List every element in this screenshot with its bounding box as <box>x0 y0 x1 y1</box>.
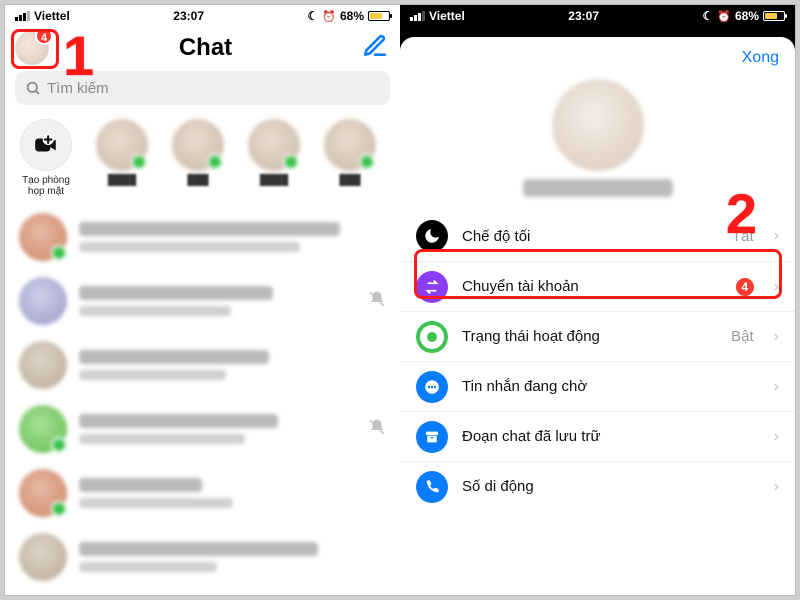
profile-picture[interactable] <box>552 79 644 171</box>
alarm-icon <box>322 9 336 23</box>
story-item[interactable]: ███ <box>321 119 379 186</box>
chat-screen: Viettel 23:07 68% 4 Chat Tìm kiếm <box>5 5 400 595</box>
search-placeholder: Tìm kiếm <box>47 80 109 97</box>
row-value: Tắt <box>732 228 754 245</box>
battery-icon <box>368 11 390 21</box>
search-icon <box>25 80 41 96</box>
story-item[interactable]: ███ <box>169 119 227 186</box>
chevron-right-icon: › <box>774 378 779 396</box>
battery-icon <box>763 11 785 21</box>
chevron-right-icon: › <box>774 428 779 446</box>
status-bar: Viettel 23:07 68% <box>400 5 795 27</box>
settings-list: Chế độ tối Tắt › Chuyển tài khoản 4 › <box>400 211 795 511</box>
phone-icon <box>416 471 448 503</box>
row-label: Tin nhắn đang chờ <box>462 378 754 395</box>
create-room-button[interactable]: Tạo phòng họp mặt <box>17 119 75 197</box>
dnd-icon <box>703 9 714 23</box>
status-bar: Viettel 23:07 68% <box>5 5 400 27</box>
page-title: Chat <box>179 34 232 62</box>
archive-icon <box>416 421 448 453</box>
row-mobile-number[interactable]: Số di động › <box>400 461 795 511</box>
compose-icon <box>362 33 388 59</box>
create-room-label: Tạo phòng họp mặt <box>17 175 75 197</box>
row-label: Chuyển tài khoản <box>462 278 722 295</box>
row-switch-account[interactable]: Chuyển tài khoản 4 › <box>400 261 795 311</box>
profile-header <box>400 75 795 211</box>
active-status-icon <box>416 321 448 353</box>
switch-account-icon <box>416 271 448 303</box>
chat-row[interactable] <box>5 269 400 333</box>
chevron-right-icon: › <box>774 278 779 296</box>
search-input[interactable]: Tìm kiếm <box>15 71 390 105</box>
signal-icon <box>410 11 425 21</box>
battery-pct: 68% <box>735 9 759 23</box>
chat-row[interactable] <box>5 461 400 525</box>
row-label: Số di động <box>462 478 754 495</box>
alarm-icon <box>717 9 731 23</box>
muted-icon <box>368 290 386 313</box>
profile-name <box>523 179 673 197</box>
row-pending-messages[interactable]: Tin nhắn đang chờ › <box>400 361 795 411</box>
muted-icon <box>368 418 386 441</box>
status-time: 23:07 <box>568 9 599 23</box>
carrier-label: Viettel <box>429 9 465 23</box>
message-icon <box>416 371 448 403</box>
dnd-icon <box>308 9 319 23</box>
signal-icon <box>15 11 30 21</box>
chat-row[interactable] <box>5 397 400 461</box>
settings-screen: Viettel 23:07 68% Xong <box>400 5 795 595</box>
chat-list <box>5 205 400 589</box>
chevron-right-icon: › <box>774 478 779 496</box>
story-item[interactable]: ████ <box>245 119 303 186</box>
carrier-label: Viettel <box>34 9 70 23</box>
row-active-status[interactable]: Trạng thái hoạt động Bật › <box>400 311 795 361</box>
chat-row[interactable] <box>5 205 400 269</box>
done-button[interactable]: Xong <box>742 49 779 67</box>
row-label: Chế độ tối <box>462 228 718 245</box>
battery-pct: 68% <box>340 9 364 23</box>
row-badge: 4 <box>736 278 754 296</box>
row-dark-mode[interactable]: Chế độ tối Tắt › <box>400 211 795 261</box>
chat-row[interactable] <box>5 333 400 397</box>
status-time: 23:07 <box>173 9 204 23</box>
row-archived-chats[interactable]: Đoạn chat đã lưu trữ › <box>400 411 795 461</box>
row-label: Đoạn chat đã lưu trữ <box>462 428 754 445</box>
row-label: Trạng thái hoạt động <box>462 328 717 345</box>
avatar-badge: 4 <box>35 27 53 45</box>
stories-row: Tạo phòng họp mặt ████ ███ ████ ███ <box>5 115 400 205</box>
video-plus-icon <box>33 132 59 158</box>
story-item[interactable]: ████ <box>93 119 151 186</box>
compose-button[interactable] <box>362 33 388 64</box>
row-value: Bật <box>731 328 754 345</box>
settings-sheet: Xong Chế độ tối Tắt › <box>400 37 795 595</box>
moon-icon <box>416 220 448 252</box>
chat-row[interactable] <box>5 525 400 589</box>
chevron-right-icon: › <box>774 328 779 346</box>
chevron-right-icon: › <box>774 227 779 245</box>
profile-avatar-button[interactable]: 4 <box>15 31 49 65</box>
